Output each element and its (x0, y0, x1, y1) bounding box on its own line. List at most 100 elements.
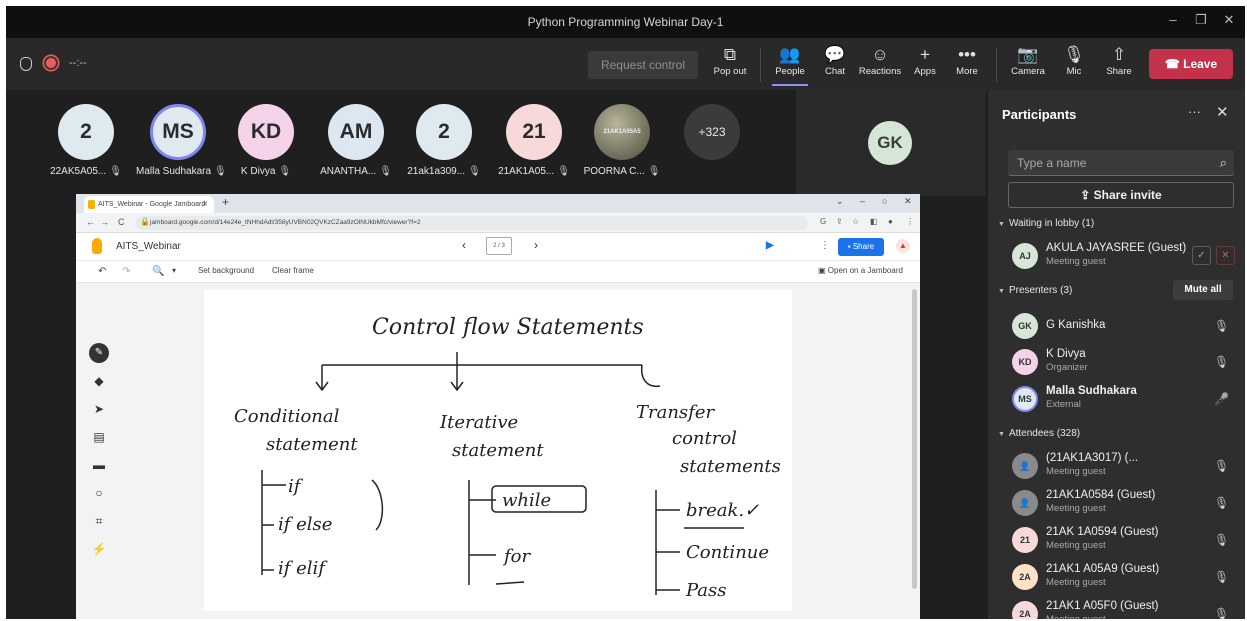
chat-button[interactable]: 💬 Chat (820, 44, 850, 86)
presenter-row[interactable]: GK G Kanishka 🎙 (1012, 310, 1242, 344)
presenter-row[interactable]: KD K Divya Organizer 🎙 (1012, 346, 1242, 380)
reload-icon[interactable]: C (118, 217, 125, 227)
attendee-row[interactable]: 👤 21AK1A0584 (Guest) Meeting guest 🎙 (1012, 487, 1242, 521)
zoom-icon[interactable]: 🔍 (152, 266, 164, 277)
sidepanel-icon[interactable]: ◧ (870, 217, 878, 226)
presenter-row[interactable]: MS Malla Sudhakara External 🎤 (1012, 383, 1242, 417)
jam-title[interactable]: AITS_Webinar (116, 241, 181, 252)
participant-tile[interactable]: 21 21AK1A05... 🎙 (492, 104, 576, 177)
browser-tab[interactable]: AITS_Webinar - Google Jamboard ✕ (84, 196, 214, 213)
whiteboard-text: statement (266, 434, 358, 455)
close-window-icon[interactable]: ✕ (1220, 12, 1238, 28)
popout-button[interactable]: ⧉ Pop out (712, 44, 748, 86)
whiteboard-text: Pass (685, 580, 727, 601)
undo-icon[interactable]: ↶ (98, 266, 106, 277)
whiteboard-text: if (288, 476, 304, 497)
presenters-section-header[interactable]: ▼ Presenters (3) (998, 285, 1072, 296)
reactions-button[interactable]: ☺ Reactions (858, 44, 902, 86)
overflow-tile[interactable]: +323 (670, 104, 754, 160)
close-icon[interactable]: ✕ (1216, 103, 1229, 121)
attendee-row[interactable]: 2A 21AK1 A05A9 (Guest) Meeting guest 🎙 (1012, 561, 1242, 595)
tab-search-icon[interactable]: ⌄ (836, 196, 844, 207)
image-icon[interactable]: ▬ (88, 451, 110, 479)
participant-search-input[interactable]: Type a name ⌕ (1008, 150, 1234, 176)
share-button[interactable]: ⇧ Share (1102, 44, 1136, 86)
text-box-icon[interactable]: ⌗ (88, 507, 110, 535)
account-avatar[interactable]: ▲ (896, 239, 910, 253)
frame-pager[interactable]: 2 / 3 (486, 237, 512, 255)
scrollbar[interactable] (912, 289, 917, 589)
kebab-menu-icon[interactable]: ⋮ (906, 217, 914, 226)
star-icon[interactable]: ☆ (852, 217, 859, 226)
participant-tile[interactable]: 2 21ak1a309... 🎙 (402, 104, 486, 177)
participant-tile[interactable]: MS Malla Sudhakara 🎙 (136, 104, 227, 177)
camera-button[interactable]: 📷 Camera (1008, 44, 1048, 86)
leave-button[interactable]: ☎ Leave (1149, 49, 1233, 79)
spotlight-tile[interactable]: GK (796, 90, 986, 196)
address-bar[interactable]: jamboard.google.com/d/14e24e_tNHhdAdl/35… (136, 216, 808, 230)
prev-frame-icon[interactable]: ‹ (462, 238, 466, 252)
close-tab-icon[interactable]: ✕ (202, 196, 208, 213)
share-tray-icon: ⇧ (1111, 45, 1127, 64)
search-icon: ⌕ (1219, 155, 1227, 170)
more-button[interactable]: ••• More (952, 44, 982, 86)
jamboard-share-button[interactable]: ▪ Share (838, 238, 884, 256)
chevron-down-icon[interactable]: ▾ (172, 266, 176, 275)
participant-tile[interactable]: 21AK1A05A5 POORNA C... 🎙 (580, 104, 664, 177)
admit-button[interactable]: ✓ (1192, 246, 1211, 265)
clear-frame-button[interactable]: Clear frame (272, 266, 314, 275)
minimize-icon[interactable]: – (1164, 12, 1182, 27)
more-options-icon[interactable]: ··· (1188, 104, 1201, 119)
profile-icon[interactable]: ● (888, 217, 893, 226)
attendee-row[interactable]: 2A 21AK1 A05F0 (Guest) Meeting guest 🎙 (1012, 598, 1242, 619)
request-control-button[interactable]: Request control (588, 51, 698, 79)
apps-button[interactable]: + Apps (910, 44, 940, 86)
laser-icon[interactable]: ⚡ (88, 535, 110, 563)
back-icon[interactable]: ← (86, 217, 95, 227)
participant-strip: 2 22AK5A05... 🎙 MS Malla Sudhakara 🎙 KD K … (6, 90, 794, 196)
popout-icon: ⧉ (723, 45, 737, 64)
avatar: 2 (416, 104, 472, 160)
meet-icon[interactable]: ▶ (766, 240, 774, 251)
whiteboard-canvas[interactable]: Control flow Statements Conditional stat… (204, 290, 792, 611)
mic-off-icon: 🎙 (557, 166, 570, 177)
circle-icon[interactable]: ○ (88, 479, 110, 507)
lobby-section-header[interactable]: ▼ Waiting in lobby (1) (998, 218, 1094, 229)
share-invite-button[interactable]: ⇪ Share invite (1008, 182, 1234, 208)
lobby-participant[interactable]: AJ AKULA JAYASREE (Guest) Meeting guest … (1012, 240, 1242, 274)
google-icon[interactable]: G (820, 217, 826, 226)
set-background-button[interactable]: Set background (198, 266, 254, 275)
participant-tile[interactable]: AM ANANTHA... 🎙 (314, 104, 398, 177)
kebab-menu-icon[interactable]: ⋮ (820, 240, 830, 251)
people-button[interactable]: 👥 People (772, 44, 808, 86)
open-on-jamboard-button[interactable]: ▣ Open on a Jamboard (818, 266, 903, 275)
jamboard-workspace: ✎ ◆ ➤ ▤ ▬ ○ ⌗ ⚡ Control flow Statements … (76, 283, 920, 619)
deny-button[interactable]: ✕ (1216, 246, 1235, 265)
attendees-section-header[interactable]: ▼ Attendees (328) (998, 428, 1080, 439)
share-page-icon[interactable]: ⇪ (836, 217, 843, 226)
maximize-icon[interactable]: ❐ (1192, 12, 1210, 28)
share-label: Share (852, 242, 875, 251)
url-text: jamboard.google.com/d/14e24e_tNHhdAdl/35… (150, 219, 421, 226)
new-tab-icon[interactable]: + (222, 195, 229, 209)
maximize-icon[interactable]: ○ (882, 196, 887, 206)
redo-icon[interactable]: ↷ (122, 266, 130, 277)
shared-screen: AITS_Webinar - Google Jamboard ✕ + ⌄ – ○… (76, 194, 920, 619)
participant-tile[interactable]: 2 22AK5A05... 🎙 (44, 104, 128, 177)
forward-icon[interactable]: → (100, 217, 109, 227)
close-icon[interactable]: ✕ (904, 196, 912, 207)
sticky-note-icon[interactable]: ▤ (88, 423, 110, 451)
mic-button[interactable]: 🎙 Mic (1058, 44, 1090, 86)
chevron-down-icon: ▼ (998, 431, 1005, 438)
pen-icon[interactable]: ✎ (89, 343, 109, 363)
eraser-icon[interactable]: ◆ (88, 367, 110, 395)
select-icon[interactable]: ➤ (88, 395, 110, 423)
person-avatar-icon: 👤 (1012, 453, 1038, 479)
minimize-icon[interactable]: – (860, 196, 865, 206)
mute-all-button[interactable]: Mute all (1173, 280, 1233, 300)
participant-tile[interactable]: KD K Divya 🎙 (224, 104, 308, 177)
attendee-row[interactable]: 👤 (21AK1A3017) (... Meeting guest 🎙 (1012, 450, 1242, 484)
attendee-row[interactable]: 21 21AK 1A0594 (Guest) Meeting guest 🎙 (1012, 524, 1242, 558)
camera-off-icon: 📷 (1017, 45, 1039, 64)
next-frame-icon[interactable]: › (534, 238, 538, 252)
